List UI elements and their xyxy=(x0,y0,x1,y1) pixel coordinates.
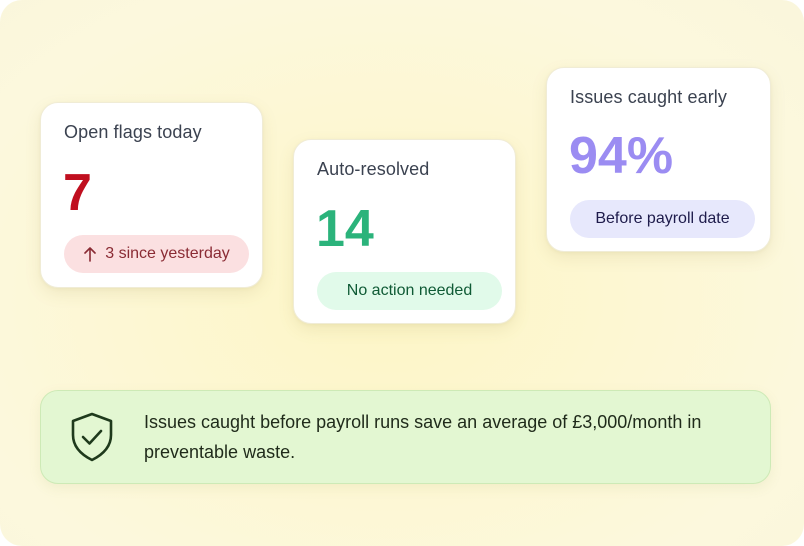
caught-early-card: Issues caught early 94% Before payroll d… xyxy=(546,67,771,252)
arrow-up-icon xyxy=(83,246,97,262)
open-flags-card: Open flags today 7 3 since yesterday xyxy=(40,102,263,288)
open-flags-title: Open flags today xyxy=(64,122,202,142)
auto-resolved-value: 14 xyxy=(316,200,374,258)
savings-banner-text: Issues caught before payroll runs save a… xyxy=(144,412,702,462)
auto-resolved-badge-label: No action needed xyxy=(346,282,473,299)
caught-early-badge: Before payroll date xyxy=(570,200,755,238)
caught-early-title: Issues caught early xyxy=(570,87,727,107)
shield-check-icon xyxy=(68,411,116,463)
auto-resolved-badge: No action needed xyxy=(317,272,502,310)
caught-early-value: 94% xyxy=(569,127,674,185)
open-flags-value: 7 xyxy=(63,164,92,222)
open-flags-badge: 3 since yesterday xyxy=(64,235,249,273)
open-flags-badge-label: 3 since yesterday xyxy=(105,245,230,262)
auto-resolved-title: Auto-resolved xyxy=(317,159,430,179)
auto-resolved-card: Auto-resolved 14 No action needed xyxy=(293,139,516,324)
savings-banner: Issues caught before payroll runs save a… xyxy=(40,390,771,484)
dashboard-canvas: Open flags today 7 3 since yesterday Aut… xyxy=(0,0,804,546)
caught-early-badge-label: Before payroll date xyxy=(595,210,730,227)
